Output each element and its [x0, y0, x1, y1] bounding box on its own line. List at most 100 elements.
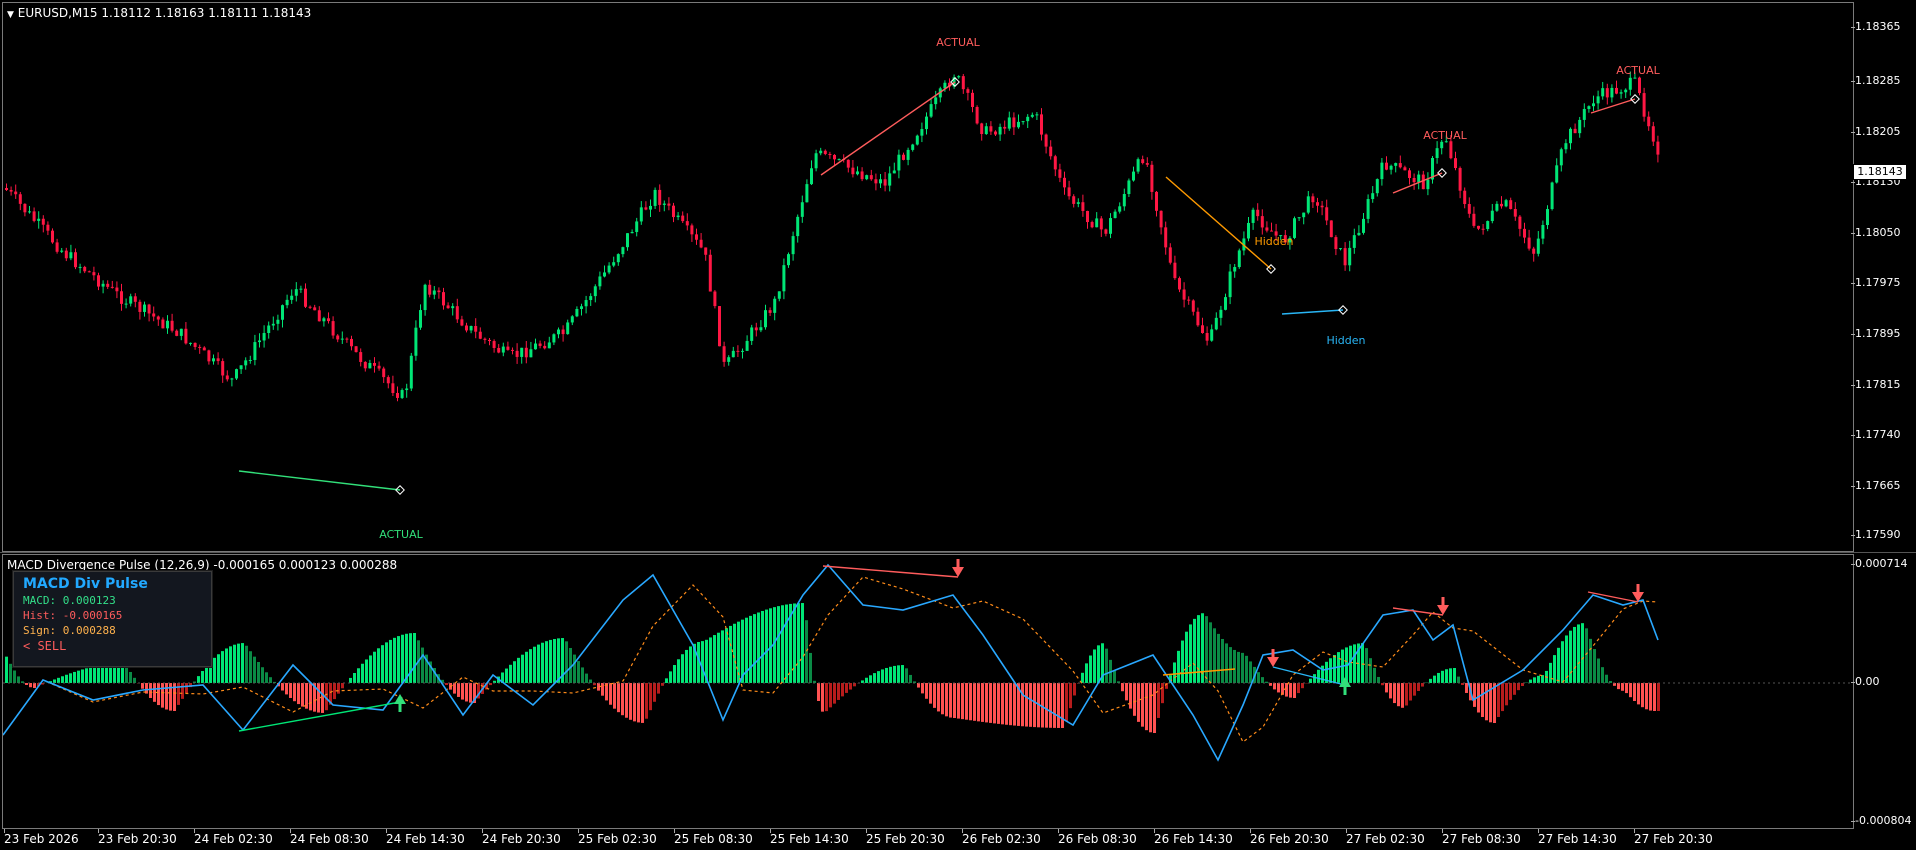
candle-body	[483, 338, 487, 340]
histogram-bar	[1417, 683, 1420, 691]
candle-body	[782, 265, 786, 292]
candle-body	[152, 313, 156, 317]
candle-body	[1472, 213, 1476, 226]
candle-body	[32, 211, 36, 221]
candle-body	[1178, 278, 1181, 290]
histogram-bar	[341, 683, 344, 689]
time-axis[interactable]: 23 Feb 2026 23 Feb 20:30 24 Feb 02:30 24 Fe…	[0, 829, 1916, 850]
chevron-down-icon[interactable]: ▼	[7, 10, 14, 20]
candle-body	[423, 284, 427, 311]
candle-body	[198, 346, 202, 348]
candle-body	[621, 247, 625, 255]
candle-body	[23, 203, 27, 213]
histogram-bar	[957, 683, 960, 719]
time-tick-label: 27 Feb 14:30	[1538, 829, 1617, 846]
histogram-bar	[1001, 683, 1004, 725]
histogram-bar	[817, 683, 820, 702]
histogram-bar	[1013, 683, 1016, 726]
histogram-bar	[61, 676, 64, 683]
histogram-bar	[321, 683, 324, 713]
candle-body	[478, 331, 482, 339]
candle-body	[5, 188, 8, 191]
candle-body	[327, 318, 330, 322]
histogram-bar	[553, 638, 556, 683]
indicator-header: MACD Divergence Pulse (12,26,9) -0.00016…	[7, 558, 398, 572]
candle-body	[1311, 196, 1315, 203]
histogram-bar	[1093, 649, 1096, 683]
histogram-bar	[1509, 683, 1512, 700]
histogram-bar	[1533, 677, 1536, 683]
candle-body	[1090, 222, 1094, 228]
histogram-bar	[529, 649, 532, 683]
histogram-bar	[1441, 670, 1444, 683]
histogram-bar	[1293, 683, 1296, 698]
indicator-pane[interactable]: MACD Divergence Pulse (12,26,9) -0.00016…	[2, 554, 1854, 829]
candle-body	[1247, 222, 1250, 239]
histogram-bar	[1217, 633, 1220, 683]
histogram-bar	[581, 667, 584, 683]
candle-body	[143, 304, 146, 312]
histogram-bar	[257, 662, 260, 683]
candle-body	[745, 340, 749, 351]
histogram-bar	[33, 683, 36, 688]
histogram-bar	[1577, 624, 1580, 683]
histogram-bar	[73, 671, 76, 683]
histogram-bar	[937, 683, 940, 712]
histogram-bar	[1401, 683, 1404, 708]
price-tick-label: 1.18365	[1851, 20, 1901, 33]
candle-body	[414, 327, 418, 356]
histogram-bar	[897, 665, 900, 683]
pane-divider[interactable]	[0, 552, 1916, 553]
histogram-bar	[185, 683, 188, 693]
candle-body	[1182, 289, 1186, 300]
indicator-tick-label: 0.00	[1851, 675, 1880, 688]
histogram-bar	[213, 657, 216, 683]
histogram-bar	[733, 623, 736, 683]
indicator-axis[interactable]: 0.000714 0.00 -0.000804	[1850, 554, 1916, 827]
candle-body	[980, 123, 984, 135]
histogram-bar	[881, 669, 884, 683]
candle-body	[598, 276, 602, 287]
histogram-bar	[77, 670, 80, 683]
histogram-bar	[1141, 683, 1144, 727]
time-tick-label: 25 Feb 14:30	[770, 829, 849, 846]
candle-body	[1536, 238, 1540, 254]
histogram-bar	[889, 666, 892, 683]
histogram-bar	[701, 641, 704, 683]
histogram-bar	[1333, 654, 1336, 683]
histogram-bar	[1225, 643, 1228, 683]
candle-body	[1412, 178, 1416, 183]
candle-body	[202, 347, 206, 351]
histogram-bar	[1433, 675, 1436, 683]
histogram-bar	[261, 667, 264, 683]
price-axis[interactable]: 1.18365 1.18285 1.18205 1.18130 1.18050 1.179…	[1851, 2, 1916, 550]
histogram-bar	[981, 683, 984, 722]
candle-body	[547, 342, 551, 349]
candle-body	[340, 338, 344, 340]
histogram-bar	[1593, 649, 1596, 683]
candle-body	[248, 359, 252, 361]
histogram-bar	[1493, 683, 1496, 723]
histogram-bar	[1445, 669, 1448, 683]
chart-symbol-header[interactable]: ▼ EURUSD,M15 1.18112 1.18163 1.18111 1.1…	[7, 6, 311, 20]
candle-body	[101, 283, 105, 287]
candle-body	[1339, 248, 1342, 250]
histogram-bar	[585, 673, 588, 683]
price-chart-pane[interactable]: ACTUAL ACTUAL ACTUAL ACTUAL Hidden Hidden ▼ E…	[2, 2, 1854, 552]
candle-body	[400, 390, 404, 398]
histogram-bar	[509, 664, 512, 683]
histogram-bar	[365, 659, 368, 683]
histogram-bar	[1617, 683, 1620, 690]
candle-body	[1352, 235, 1356, 248]
histogram-bar	[1273, 683, 1276, 690]
histogram-bar	[1409, 683, 1412, 701]
candle-body	[1049, 146, 1053, 157]
time-tick-label: 24 Feb 20:30	[482, 829, 561, 846]
histogram-bar	[577, 661, 580, 683]
histogram-bar	[1457, 676, 1460, 683]
histogram-bar	[513, 661, 516, 683]
candle-body	[538, 343, 542, 346]
histogram-bar	[301, 683, 304, 707]
histogram-bar	[1113, 670, 1116, 683]
candle-body	[1596, 96, 1600, 104]
